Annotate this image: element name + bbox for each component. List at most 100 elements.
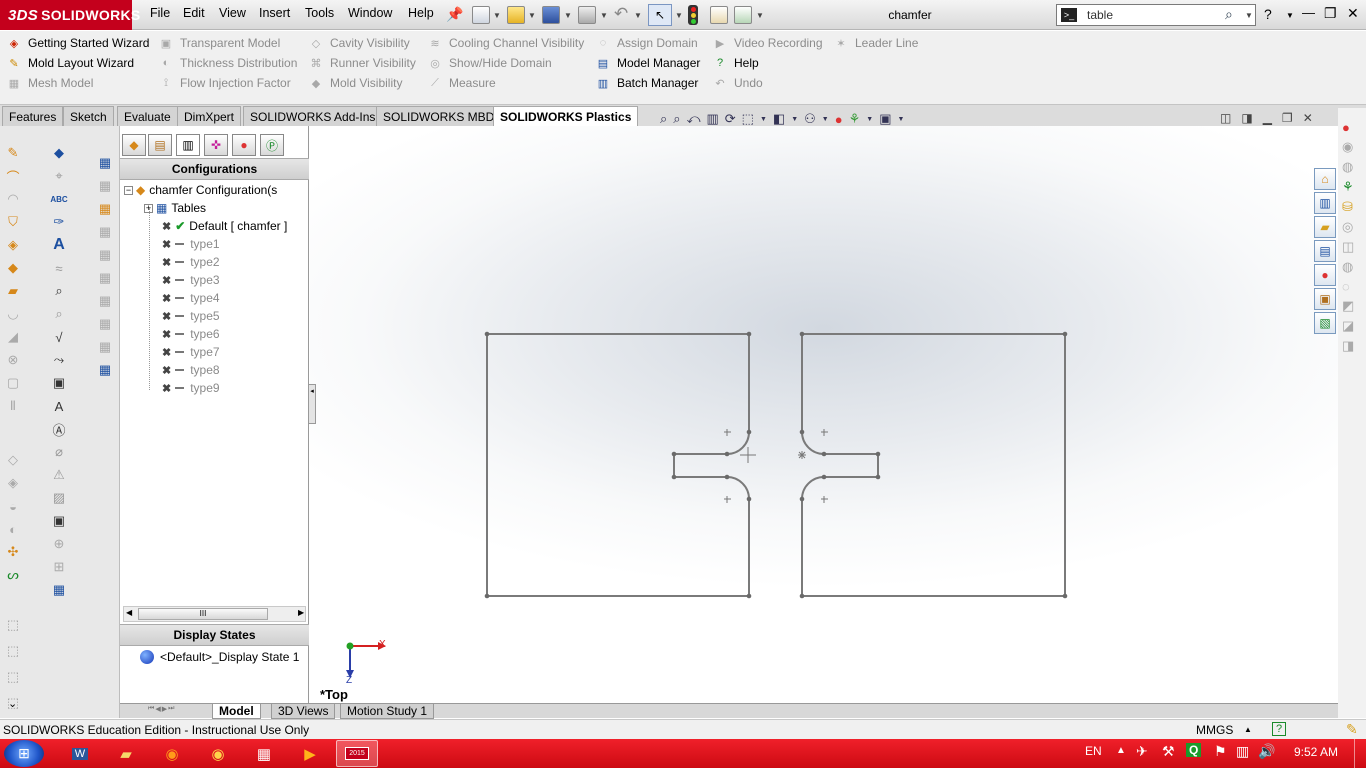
revolve-icon[interactable]: ◈ <box>4 236 22 254</box>
spell-check-icon[interactable]: ABC <box>50 190 68 208</box>
motion-icon[interactable]: ◩ <box>1342 298 1354 314</box>
frame-icon[interactable]: ⬚ <box>4 668 22 686</box>
tray-q-icon[interactable]: Q <box>1186 743 1202 757</box>
general-table-icon[interactable]: ▦ <box>96 154 114 172</box>
dynamic-annotation-icon[interactable]: ⟳ <box>725 111 736 127</box>
help-button[interactable]: ? Help <box>712 53 823 73</box>
render-tools-icon[interactable]: ◪ <box>1342 318 1354 334</box>
config-row[interactable]: ✖ type1 <box>162 235 220 253</box>
walk-through-icon[interactable]: ⚘ <box>1342 179 1354 195</box>
zoom-area-icon[interactable]: ⌕ <box>673 111 680 127</box>
transparent-model-button[interactable]: ▣ Transparent Model <box>158 33 297 53</box>
config-row[interactable]: ✖ type5 <box>162 307 220 325</box>
save-icon[interactable] <box>542 6 560 24</box>
area-hatch-icon[interactable]: ▨ <box>50 489 68 507</box>
config-default-row[interactable]: ✖ ✔ Default [ chamfer ] <box>162 217 287 235</box>
view-palette-icon[interactable]: ▤ <box>1314 240 1336 262</box>
thickness-distribution-button[interactable]: ◐ Thickness Distribution <box>158 53 298 73</box>
notification-icon[interactable]: ✎ <box>1346 721 1358 738</box>
first-tab-icon[interactable]: ⏮ <box>148 705 154 713</box>
menu-window[interactable]: Window <box>348 6 392 20</box>
explorer-taskbar-icon[interactable]: ▰ <box>108 741 144 766</box>
solidworks-taskbar-icon[interactable]: 2015 <box>336 740 378 767</box>
sketch-canvas[interactable] <box>310 126 1338 704</box>
show-desktop-button[interactable] <box>1354 739 1366 768</box>
apply-scene-icon[interactable]: ⚘ <box>849 111 861 127</box>
command-search-icon[interactable]: >_ <box>1061 8 1077 22</box>
forum-icon[interactable]: ▧ <box>1314 312 1336 334</box>
open-dropdown-icon[interactable]: ▼ <box>528 11 536 20</box>
excel-table-icon[interactable]: ▦ <box>96 361 114 379</box>
schedule-icon[interactable]: ◨ <box>1342 338 1354 354</box>
tab-plastics[interactable]: SOLIDWORKS Plastics <box>493 106 639 126</box>
menu-tools[interactable]: Tools <box>305 6 334 20</box>
config-row[interactable]: ✖ type9 <box>162 379 220 397</box>
cooling-channel-visibility-button[interactable]: ≋ Cooling Channel Visibility <box>427 33 584 53</box>
units-selector[interactable]: MMGS <box>1196 723 1233 737</box>
punch-table-icon[interactable]: ▦ <box>96 315 114 333</box>
bend-table-icon[interactable]: ▦ <box>96 292 114 310</box>
scene-dropdown-icon[interactable]: ▼ <box>866 116 873 123</box>
restore-icon[interactable]: ❐ <box>1324 5 1337 22</box>
revision-table-icon[interactable]: ▦ <box>96 223 114 241</box>
hole-callout-icon[interactable]: ⌀ <box>50 443 68 461</box>
note-icon[interactable]: ⌖ <box>50 167 68 185</box>
zoom-to-fit-icon[interactable]: ⌕ <box>660 111 667 127</box>
status-help-icon[interactable]: ? <box>1272 722 1286 736</box>
mold-visibility-button[interactable]: ◆ Mold Visibility <box>308 73 416 93</box>
menu-help[interactable]: Help <box>408 6 434 20</box>
search-input[interactable]: table <box>1087 8 1113 22</box>
mold-layout-wizard-button[interactable]: ✎ Mold Layout Wizard <box>6 53 149 73</box>
display-style-dropdown-icon[interactable]: ▼ <box>791 116 798 123</box>
language-indicator[interactable]: EN <box>1085 744 1102 758</box>
tab-3d-views[interactable]: 3D Views <box>271 704 336 719</box>
start-button[interactable]: ⊞ <box>4 740 44 767</box>
edit-appearance-icon[interactable]: ● <box>835 112 843 127</box>
next-tab-icon[interactable]: ▶ <box>162 705 167 713</box>
file-explorer-icon[interactable]: ▰ <box>1314 216 1336 238</box>
tab-features[interactable]: Features <box>2 106 64 126</box>
weld-symbol-icon[interactable]: ⤳ <box>50 351 68 369</box>
viewport-split-icon[interactable]: ◫ <box>1220 111 1231 125</box>
chrome-taskbar-icon[interactable]: ◉ <box>200 741 236 766</box>
new-dropdown-icon[interactable]: ▼ <box>493 11 501 20</box>
options-dropdown-icon[interactable]: ▼ <box>756 11 764 20</box>
save-dropdown-icon[interactable]: ▼ <box>564 11 572 20</box>
sweep-icon[interactable]: ◆ <box>4 259 22 277</box>
hatch-icon[interactable]: ≈ <box>50 259 68 277</box>
prev-tab-icon[interactable]: ◀ <box>155 705 160 713</box>
units-dropdown-icon[interactable]: ▲ <box>1244 725 1252 734</box>
undo-button[interactable]: ↶ Undo <box>712 73 823 93</box>
config-row[interactable]: ✖ type4 <box>162 289 220 307</box>
collapse-icon[interactable]: − <box>124 185 133 195</box>
tree-horizontal-scrollbar[interactable]: ◀ III ▶ <box>123 606 306 622</box>
viewport-minimize-icon[interactable]: ▁ <box>1263 111 1272 125</box>
view-orientation-dropdown-icon[interactable]: ▼ <box>760 116 767 123</box>
view-settings-icon[interactable]: ▣ <box>879 111 891 127</box>
runner-visibility-button[interactable]: ⌘ Runner Visibility <box>308 53 416 73</box>
tab-motion-study[interactable]: Motion Study 1 <box>340 704 435 719</box>
smart-dimension-icon[interactable]: ⌒ <box>4 167 22 185</box>
geometric-tolerance-icon[interactable]: ▣ <box>50 374 68 392</box>
tab-sketch[interactable]: Sketch <box>63 106 114 126</box>
sun-icon[interactable]: ◌ <box>1342 279 1354 294</box>
tables-row[interactable]: + ▦ Tables <box>144 199 206 217</box>
text-icon[interactable]: A <box>50 236 68 254</box>
custom-properties-icon[interactable]: ▣ <box>1314 288 1336 310</box>
appearance-icon[interactable]: ● <box>1342 120 1354 135</box>
block-icon[interactable]: ▣ <box>50 512 68 530</box>
search-dropdown-icon[interactable]: ▼ <box>1245 11 1253 20</box>
weld-table-icon[interactable]: ▦ <box>96 269 114 287</box>
chamfer-icon[interactable]: ◢ <box>4 328 22 346</box>
menu-view[interactable]: View <box>219 6 246 20</box>
datum-target-icon[interactable]: Ⓐ <box>50 420 68 438</box>
scene-icon[interactable]: ◍ <box>1342 159 1354 175</box>
options-icon[interactable] <box>734 6 752 24</box>
datum-feature-icon[interactable]: A <box>50 397 68 415</box>
config-row[interactable]: ✖ type8 <box>162 361 220 379</box>
tab-addins[interactable]: SOLIDWORKS Add-Ins <box>243 106 383 126</box>
measure-button[interactable]: ⟋ Measure <box>427 73 584 93</box>
dome-icon[interactable]: ◒ <box>4 497 22 515</box>
hole-table-icon[interactable]: ▦ <box>96 177 114 195</box>
tab-mbd[interactable]: SOLIDWORKS MBD <box>376 106 502 126</box>
